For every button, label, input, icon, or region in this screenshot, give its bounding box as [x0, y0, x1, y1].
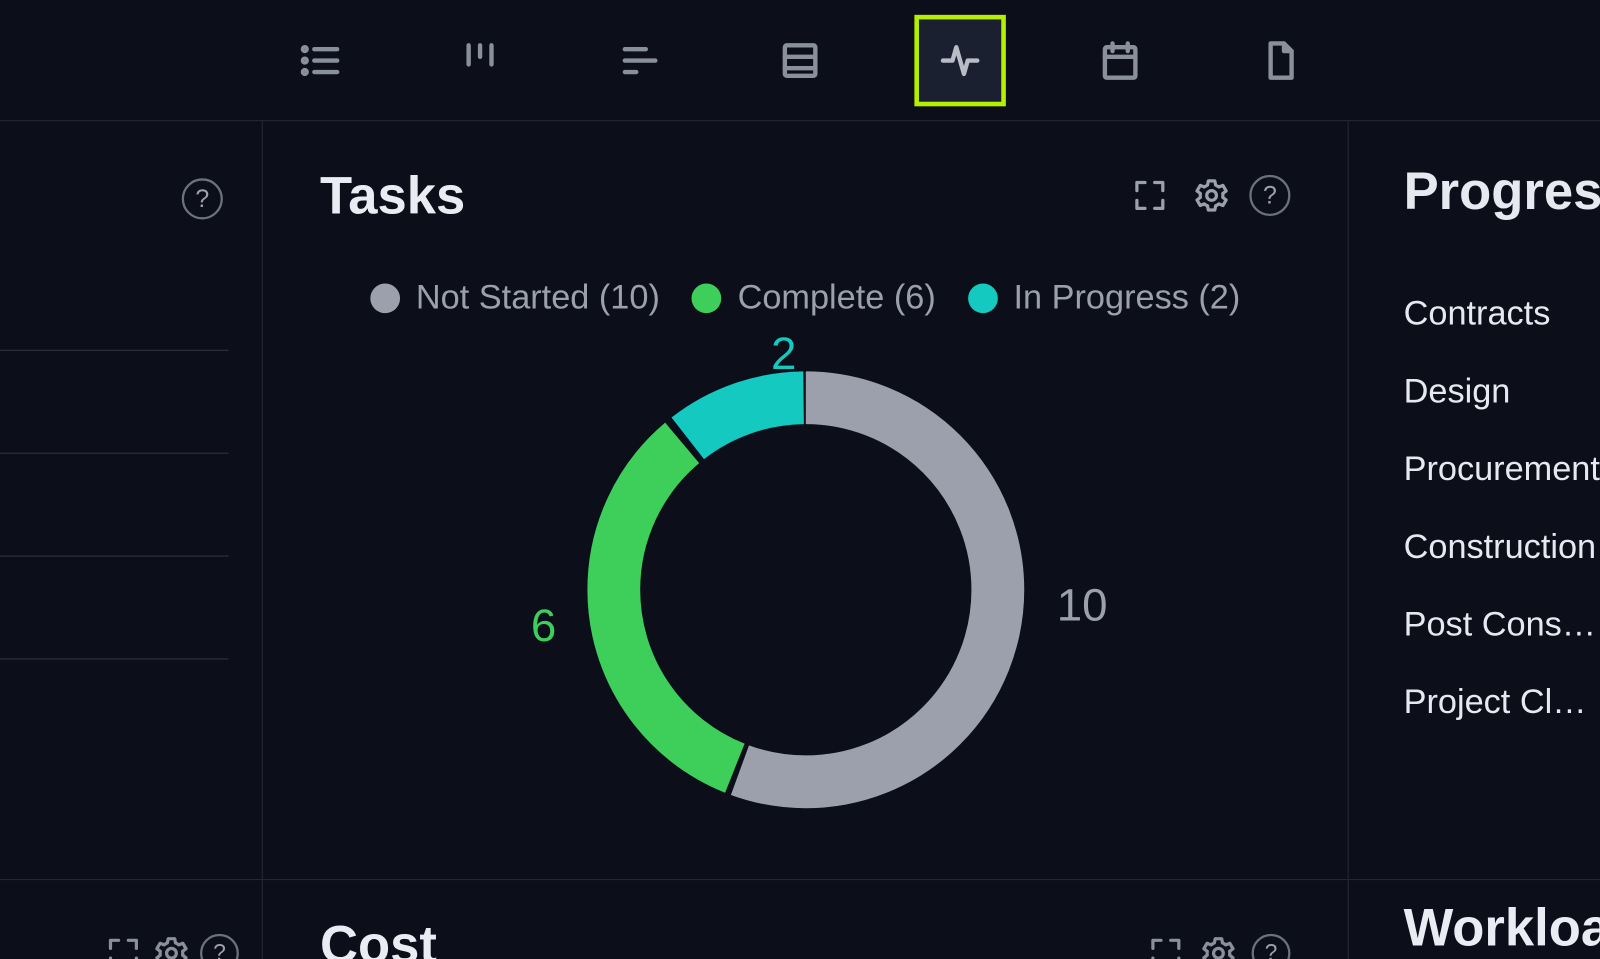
legend-dot [968, 283, 998, 313]
progress-item[interactable]: Project Close-out [1404, 684, 1600, 723]
gear-icon [152, 934, 191, 959]
nav-gantt-view[interactable] [594, 14, 685, 105]
donut-svg [565, 350, 1045, 830]
expand-icon [104, 934, 143, 959]
legend-label: Not Started (10) [416, 279, 660, 318]
activity-icon [937, 37, 983, 83]
legend-item-complete[interactable]: Complete (6) [692, 279, 936, 318]
gantt-icon [617, 37, 663, 83]
legend-dot [370, 283, 400, 313]
tasks-panel-actions: ? [1126, 171, 1291, 219]
cost-panel: Cost ? [263, 880, 1348, 959]
legend-label: In Progress (2) [1014, 279, 1241, 318]
help-button[interactable]: ? [1252, 934, 1291, 959]
expand-icon [1130, 176, 1169, 215]
progress-panel: Progress Contracts Design Procurement Co… [1349, 121, 1600, 959]
tasks-panel-title: Tasks [320, 165, 1126, 227]
expand-button[interactable] [1146, 934, 1185, 959]
nav-document-view[interactable] [1234, 14, 1325, 105]
progress-item-list: Contracts Design Procurement Constructio… [1404, 295, 1600, 722]
settings-button[interactable] [1199, 934, 1238, 959]
board-icon [457, 37, 503, 83]
nav-board-view[interactable] [434, 14, 525, 105]
chart-value-not-started: 10 [1057, 581, 1108, 632]
table-icon [777, 37, 823, 83]
help-button[interactable]: ? [1249, 175, 1290, 216]
settings-button[interactable] [1188, 171, 1236, 219]
document-icon [1257, 37, 1303, 83]
progress-item[interactable]: Contracts [1404, 295, 1600, 334]
help-button[interactable]: ? [182, 178, 223, 219]
tasks-panel: Tasks ? [263, 121, 1349, 959]
legend-item-in-progress[interactable]: In Progress (2) [968, 279, 1240, 318]
cost-panel-title: Cost [320, 913, 437, 959]
tasks-donut-chart: 2 6 10 [565, 350, 1045, 830]
expand-button[interactable] [1126, 171, 1174, 219]
expand-button[interactable] [104, 934, 143, 959]
legend-label: Complete (6) [738, 279, 936, 318]
bottom-left-partial-panel: ? [0, 880, 263, 959]
progress-item[interactable]: Post Construction [1404, 606, 1600, 645]
chart-value-in-progress: 2 [771, 329, 796, 380]
help-button[interactable]: ? [200, 934, 239, 959]
workload-panel-title: Workload [1404, 896, 1600, 958]
legend-dot [692, 283, 722, 313]
nav-calendar-view[interactable] [1074, 14, 1165, 105]
progress-item[interactable]: Procurement [1404, 450, 1600, 489]
legend-item-not-started[interactable]: Not Started (10) [370, 279, 660, 318]
nav-list-view[interactable] [274, 14, 365, 105]
gear-icon [1192, 176, 1231, 215]
nav-table-view[interactable] [754, 14, 845, 105]
list-icon [297, 37, 343, 83]
left-partial-panel: ? [0, 121, 263, 959]
progress-item[interactable]: Construction [1404, 528, 1600, 567]
progress-panel-title: Progress [1404, 160, 1600, 222]
view-switcher-toolbar [0, 0, 1600, 121]
expand-icon [1146, 934, 1185, 959]
calendar-icon [1097, 37, 1143, 83]
chart-value-complete: 6 [531, 601, 556, 652]
nav-dashboard-view[interactable] [914, 14, 1005, 105]
gear-icon [1199, 934, 1238, 959]
progress-item[interactable]: Design [1404, 373, 1600, 412]
settings-button[interactable] [152, 934, 191, 959]
tasks-legend: Not Started (10) Complete (6) In Progres… [263, 279, 1348, 318]
